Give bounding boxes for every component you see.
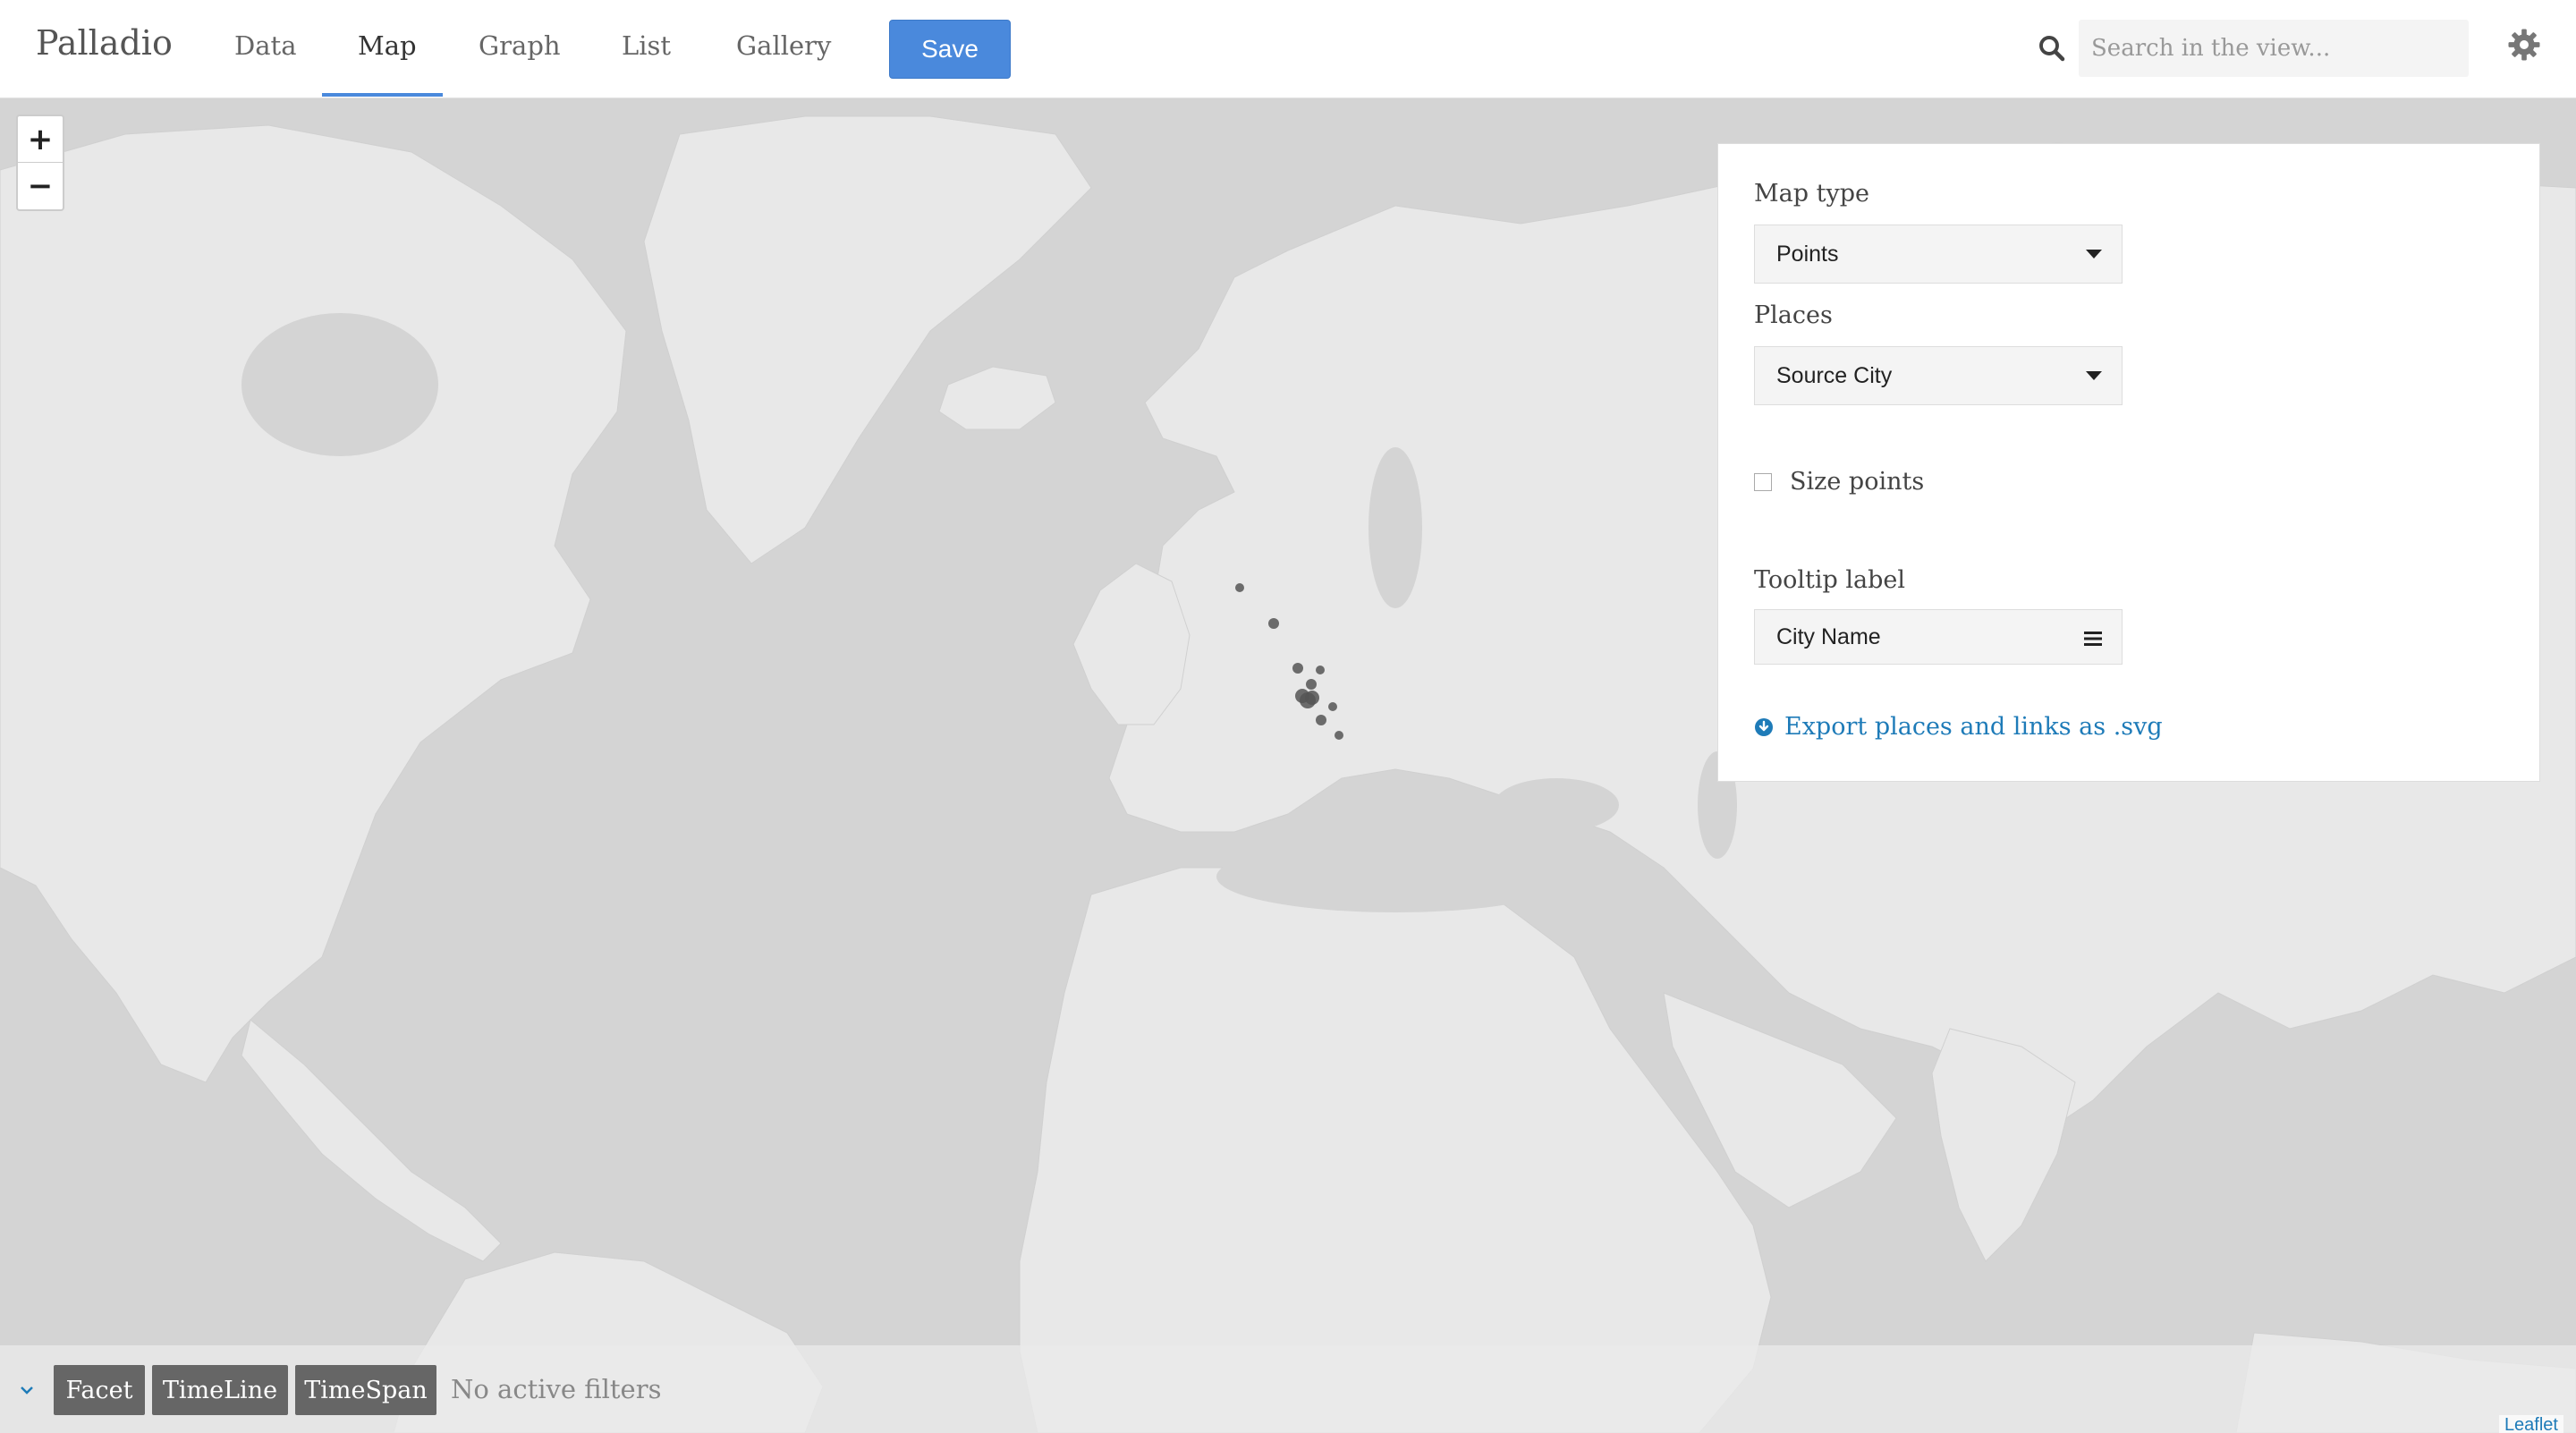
zoom-out-button[interactable]: − [18,163,63,209]
map-point[interactable] [1268,618,1279,629]
facet-filter-button[interactable]: Facet [54,1365,145,1415]
map-point[interactable] [1316,715,1326,725]
zoom-in-button[interactable]: + [18,116,63,163]
north-america-landmass [0,124,627,1083]
map-type-value: Points [1776,241,1839,267]
top-nav: Palladio Data Map Graph List Gallery Sav… [0,0,2576,98]
timespan-filter-button[interactable]: TimeSpan [295,1365,436,1415]
map-point[interactable] [1328,702,1337,711]
baltic-sea [1368,447,1422,608]
places-value: Source City [1776,362,1893,388]
map-settings-panel: Map type Points Places Source City Size … [1717,143,2540,782]
size-points-label: Size points [1790,468,1925,496]
gear-icon[interactable] [2506,27,2542,63]
map-type-select[interactable]: Points [1754,225,2123,284]
download-circle-icon [1755,717,1773,736]
tab-graph[interactable]: Graph [479,30,561,61]
size-points-checkbox[interactable] [1754,473,1772,491]
map-point[interactable] [1292,663,1303,674]
map-point[interactable] [1235,583,1244,592]
search-icon [2039,36,2065,62]
chevron-down-icon [2086,371,2102,380]
map-point[interactable] [1335,731,1343,740]
map-type-label: Map type [1754,180,1869,208]
timeline-filter-button[interactable]: TimeLine [152,1365,288,1415]
mediterranean-sea [1216,841,1574,912]
app-brand[interactable]: Palladio [36,23,173,63]
black-sea [1494,778,1619,832]
filter-status: No active filters [451,1374,662,1404]
iceland-landmass [938,366,1056,430]
tab-map[interactable]: Map [358,30,417,61]
greenland-landmass [643,115,1092,564]
tab-gallery[interactable]: Gallery [736,30,831,61]
export-svg-link[interactable]: Export places and links as .svg [1754,713,2163,741]
central-america-landmass [241,1019,502,1262]
map-point[interactable] [1316,666,1325,674]
map-point[interactable] [1306,679,1317,690]
leaflet-attribution-link[interactable]: Leaflet [2498,1415,2563,1433]
menu-icon [2084,632,2102,646]
places-select[interactable]: Source City [1754,346,2123,405]
zoom-control: + − [16,114,64,211]
export-svg-label: Export places and links as .svg [1784,713,2163,741]
chevron-down-icon [2086,250,2102,259]
chevron-down-icon[interactable] [18,1381,36,1399]
hudson-bay [242,313,438,456]
tooltip-label-heading: Tooltip label [1754,566,1906,594]
tooltip-label-value: City Name [1776,623,1881,649]
filter-bar: Facet TimeLine TimeSpan No active filter… [0,1345,2576,1433]
tab-list[interactable]: List [622,30,671,61]
map-point[interactable] [1300,692,1316,708]
active-tab-indicator [322,93,443,97]
search-input[interactable] [2079,20,2469,77]
places-label: Places [1754,301,1833,329]
tooltip-label-select[interactable]: City Name [1754,609,2123,665]
tab-data[interactable]: Data [234,30,296,61]
british-isles-landmass [1072,563,1191,725]
save-button[interactable]: Save [889,20,1011,79]
